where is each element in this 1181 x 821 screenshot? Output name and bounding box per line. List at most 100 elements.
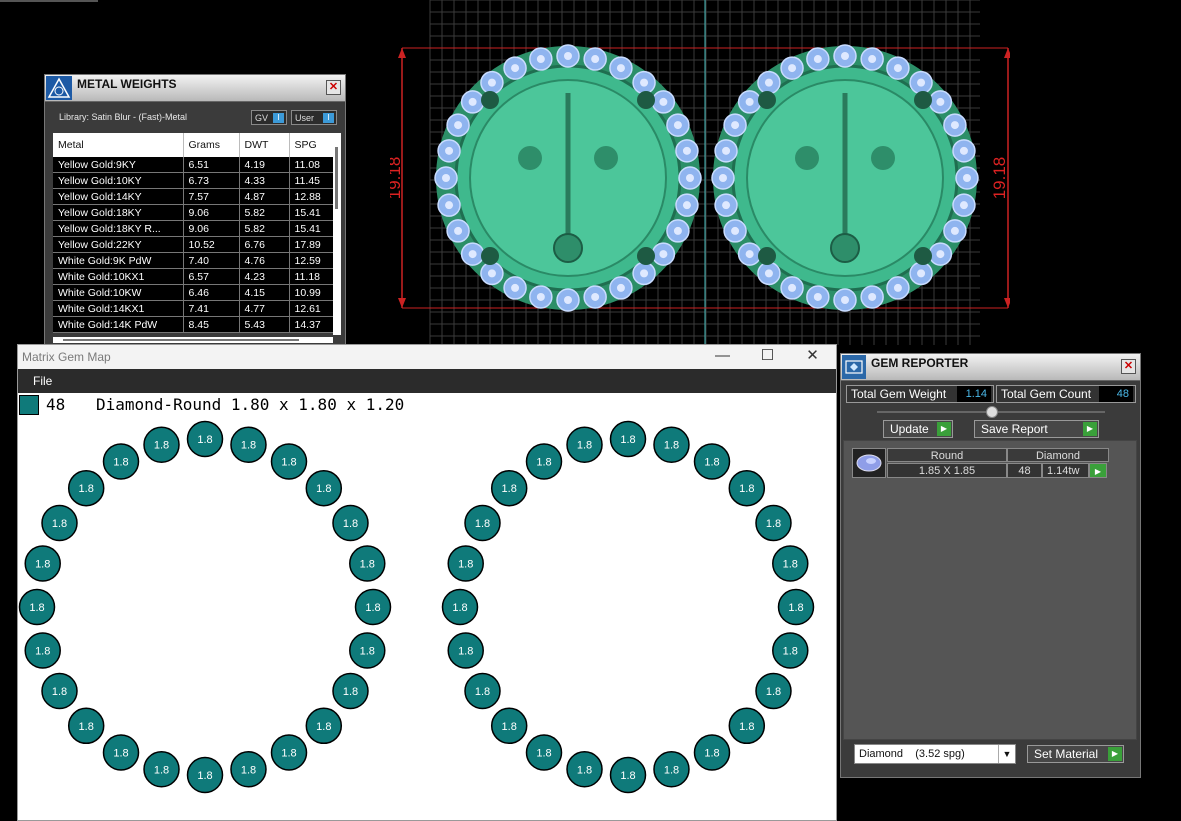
column-header[interactable]: SPG [289,133,334,157]
chevron-down-icon[interactable]: ▼ [998,745,1015,763]
diamond-facet [868,292,877,301]
matrix-logo-icon [46,76,72,100]
gem-size-label: 1.8 [113,457,128,469]
gem-map-title: Matrix Gem Map [22,350,111,364]
diamond-facet [917,78,926,87]
table-cell: 4.87 [239,188,290,205]
dimension-label-right: 19.18 [990,157,1009,200]
gem-size-label: 1.8 [664,440,679,452]
diamond-facet [445,146,454,155]
horizontal-scrollbar[interactable] [53,337,333,343]
diamond-facet [950,226,959,235]
diamond-facet [731,226,740,235]
vertical-scrollbar[interactable] [333,133,341,335]
gem-size-label: 1.8 [788,602,803,614]
diamond-facet [868,55,877,64]
maximize-icon[interactable]: ☐ [745,345,790,369]
menu-bar: File [18,369,836,393]
gem-size-label: 1.8 [360,645,375,657]
close-icon[interactable]: ✕ [1121,359,1136,374]
table-cell: 4.76 [239,252,290,269]
gem-thumbnail-icon[interactable] [852,448,886,478]
table-row[interactable]: Yellow Gold:18KY 9.06 5.82 15.41 [53,204,334,221]
metal-table: Metal Grams DWT SPG Yellow Gold:9KY 6.51 4… [53,133,334,333]
total-weight-label: Total Gem Weight [851,387,947,401]
user-toggle[interactable]: User I [291,110,337,125]
diamond-facet [454,121,463,130]
column-header[interactable]: Metal [53,133,184,157]
material-select[interactable]: Diamond (3.52 spg) ▼ [854,744,1016,764]
table-row[interactable]: White Gold:14KX1 7.41 4.77 12.61 [53,300,334,317]
table-row[interactable]: Yellow Gold:18KY R... 9.06 5.82 15.41 [53,220,334,237]
total-count-value: 48 [1099,386,1133,402]
table-cell: 4.23 [239,268,290,285]
gem-material-header: Diamond [1007,448,1109,462]
play-icon: ▶ [1083,422,1097,436]
table-row[interactable]: White Gold:9K PdW 7.40 4.76 12.59 [53,252,334,269]
gem-size-label: 1.8 [502,483,517,495]
column-header[interactable]: Grams [183,133,240,157]
scroll-thumb[interactable] [63,339,299,341]
diamond-facet [788,283,797,292]
diamond-facet [454,226,463,235]
table-cell: 17.89 [289,236,334,253]
diamond-facet [616,64,625,73]
table-cell: 12.59 [289,252,334,269]
table-cell: 10.99 [289,284,334,301]
diamond-facet [468,97,477,106]
figure-head [871,146,895,170]
diamond-facet [764,78,773,87]
gem-size-label: 1.8 [365,602,380,614]
table-cell: Yellow Gold:14KY [53,188,184,205]
diamond-facet [564,296,572,304]
table-cell: 12.61 [289,300,334,317]
play-icon[interactable]: ▶ [1089,463,1107,478]
gem-size-label: 1.8 [475,518,490,530]
column-header[interactable]: DWT [239,133,290,157]
table-row[interactable]: White Gold:10KW 6.46 4.15 10.99 [53,284,334,301]
table-row[interactable]: Yellow Gold:22KY 10.52 6.76 17.89 [53,236,334,253]
viewport[interactable]: 19.18 19.18 [390,0,1010,345]
diamond-facet [745,250,754,259]
diamond-facet [445,201,454,210]
table-cell: 10.52 [183,236,240,253]
set-material-button[interactable]: Set Material ▶ [1027,745,1124,763]
total-weight-value: 1.14 [957,386,991,402]
play-icon[interactable]: ▶ [1108,747,1122,761]
minimize-icon[interactable]: — [700,345,745,369]
table-cell: Yellow Gold:10KY [53,172,184,189]
close-icon[interactable]: ✕ [790,345,835,369]
scroll-thumb[interactable] [335,147,338,209]
table-row[interactable]: Yellow Gold:10KY 6.73 4.33 11.45 [53,172,334,189]
diamond-facet [893,283,902,292]
gv-toggle[interactable]: GV I [251,110,287,125]
table-row[interactable]: White Gold:10KX1 6.57 4.23 11.18 [53,268,334,285]
table-cell: 5.82 [239,204,290,221]
prong-ball [914,91,932,109]
table-cell: 6.51 [183,157,240,173]
dimension-arrow [1004,298,1010,308]
menu-file[interactable]: File [33,374,52,388]
update-button[interactable]: Update ▶ [883,420,953,438]
table-row[interactable]: White Gold:14K PdW 8.45 5.43 14.37 [53,316,334,333]
gem-reporter-header[interactable]: GEM REPORTER ✕ [841,354,1140,381]
diamond-facet [936,97,945,106]
viewport-canvas[interactable]: 19.18 19.18 [390,0,1010,345]
prong-ball [914,247,932,265]
table-row[interactable]: Yellow Gold:9KY 6.51 4.19 11.08 [53,157,334,173]
table-row[interactable]: Yellow Gold:14KY 7.57 4.87 12.88 [53,188,334,205]
gem-size-label: 1.8 [664,764,679,776]
close-icon[interactable]: ✕ [326,80,341,95]
gem-size-label: 1.8 [316,721,331,733]
gem-size-label: 1.8 [536,747,551,759]
diamond-facet [487,78,496,87]
gem-size-label: 1.8 [154,440,169,452]
table-cell: 11.18 [289,268,334,285]
metal-weights-header[interactable]: METAL WEIGHTS ✕ [45,75,345,102]
gem-shape-header: Round [887,448,1007,462]
gem-map-titlebar[interactable]: Matrix Gem Map — ☐ ✕ [18,345,836,369]
slider-knob[interactable] [986,406,998,418]
save-report-button[interactable]: Save Report ▶ [974,420,1099,438]
diamond-facet [536,292,545,301]
gem-weight-cell: 1.14tw [1042,463,1089,478]
